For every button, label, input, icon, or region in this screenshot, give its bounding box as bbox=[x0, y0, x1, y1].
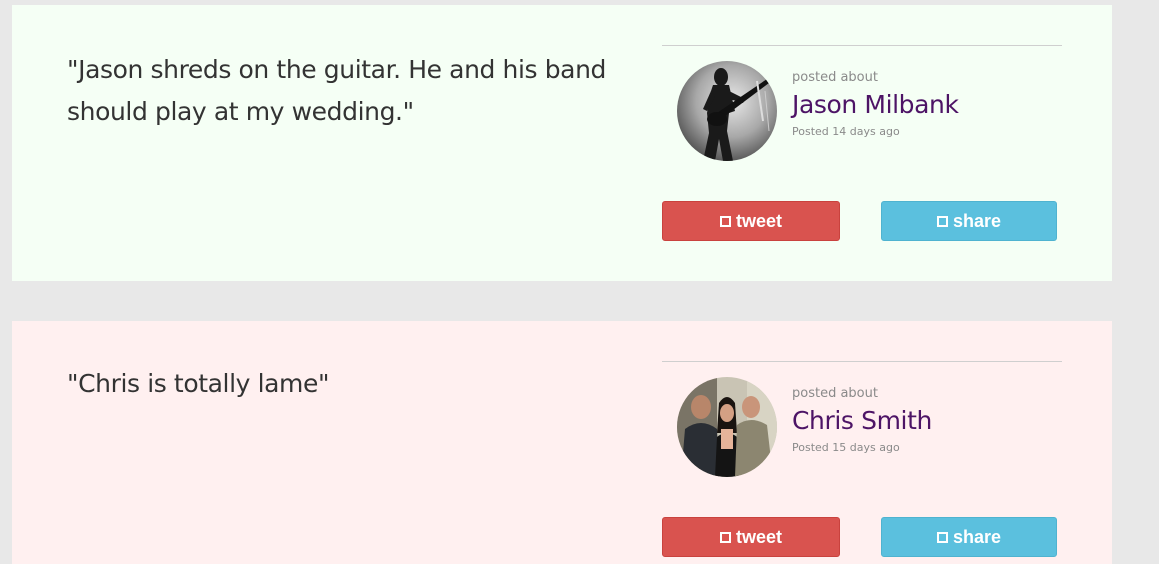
post-quote: "Jason shreds on the guitar. He and his … bbox=[67, 55, 607, 126]
group-avatar-image bbox=[677, 377, 777, 477]
author-name-link[interactable]: Jason Milbank bbox=[792, 90, 959, 119]
avatar[interactable] bbox=[677, 377, 777, 477]
post-feed: "Jason shreds on the guitar. He and his … bbox=[0, 0, 1159, 564]
author-name-link[interactable]: Chris Smith bbox=[792, 406, 932, 435]
share-button[interactable]: share bbox=[881, 517, 1057, 557]
tweet-button-label: tweet bbox=[735, 526, 782, 547]
posted-about-label: posted about bbox=[792, 70, 878, 85]
post-card: "Chris is totally lame" posted about Chr… bbox=[12, 321, 1112, 564]
guitarist-avatar-image bbox=[677, 61, 777, 161]
post-card: "Jason shreds on the guitar. He and his … bbox=[12, 5, 1112, 281]
share-button-label: share bbox=[952, 526, 1002, 547]
post-meta: posted about Jason Milbank Posted 14 day… bbox=[792, 70, 959, 138]
share-button-label: share bbox=[952, 210, 1002, 231]
square-icon bbox=[936, 531, 948, 543]
square-icon bbox=[719, 531, 731, 543]
share-button[interactable]: share bbox=[881, 201, 1057, 241]
tweet-button[interactable]: tweet bbox=[662, 201, 840, 241]
posted-about-label: posted about bbox=[792, 386, 878, 401]
posted-time: Posted 15 days ago bbox=[792, 441, 900, 454]
post-meta: posted about Chris Smith Posted 15 days … bbox=[792, 386, 932, 454]
square-icon bbox=[719, 215, 731, 227]
posted-time: Posted 14 days ago bbox=[792, 125, 900, 138]
post-quote: "Chris is totally lame" bbox=[67, 369, 330, 398]
square-icon bbox=[936, 215, 948, 227]
author-block: posted about Jason Milbank Posted 14 day… bbox=[662, 45, 1062, 161]
tweet-button-label: tweet bbox=[735, 210, 782, 231]
author-block: posted about Chris Smith Posted 15 days … bbox=[662, 361, 1062, 477]
tweet-button[interactable]: tweet bbox=[662, 517, 840, 557]
avatar[interactable] bbox=[677, 61, 777, 161]
